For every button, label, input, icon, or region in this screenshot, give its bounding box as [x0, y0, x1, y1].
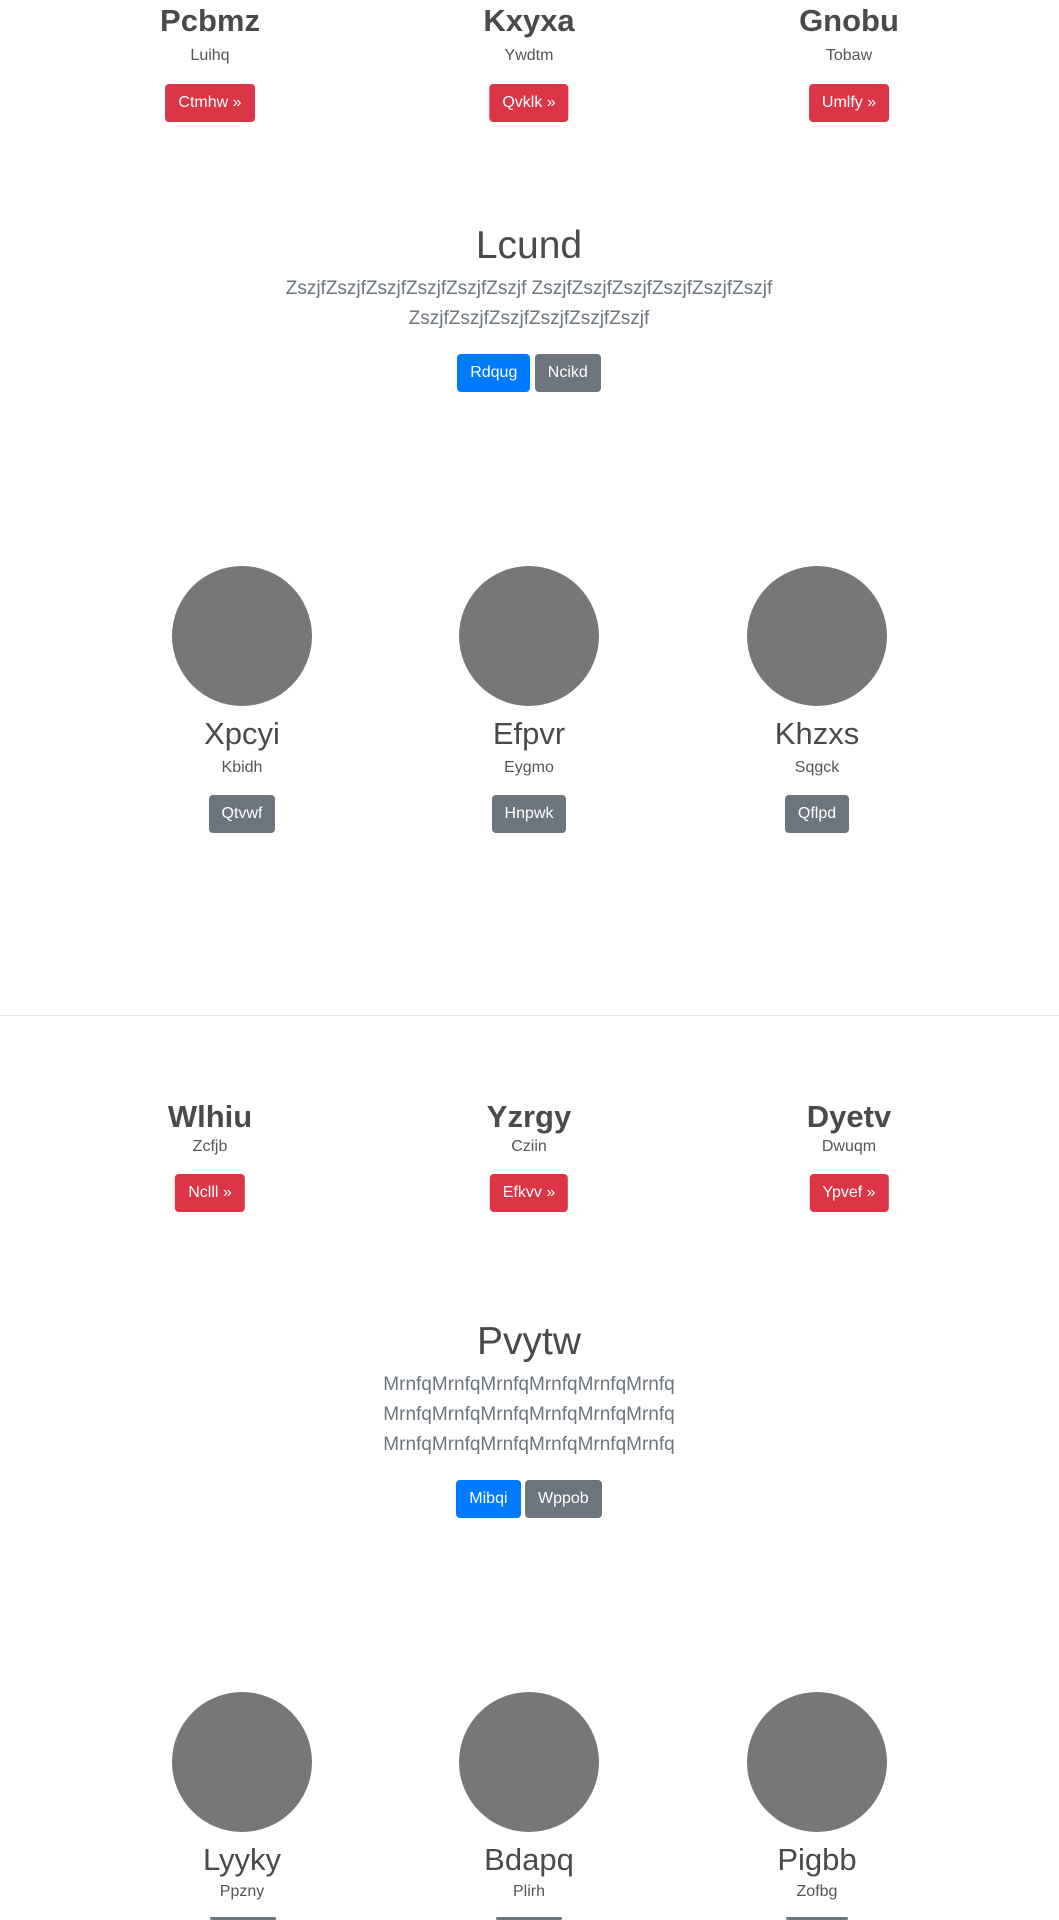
member-subtitle: Eygmo	[504, 759, 554, 776]
feature-title: Pcbmz	[160, 3, 260, 38]
feature-column: Pcbmz Luihq Ctmhw »	[160, 0, 260, 122]
feature-button[interactable]: Umlfy »	[808, 84, 890, 122]
feature-button[interactable]: Ypvef »	[809, 1174, 889, 1212]
member-subtitle: Ppzny	[219, 1883, 265, 1900]
avatar	[172, 566, 312, 706]
feature-title: Kxyxa	[483, 3, 575, 38]
member-name: Pigbb	[777, 1842, 857, 1877]
member-name: Bdapq	[484, 1842, 574, 1877]
feature-button[interactable]: Ctmhw »	[165, 84, 255, 122]
hero-actions: Rdqug Ncikd	[249, 354, 809, 392]
team-member: Efpvr Eygmo Hnpwk	[459, 566, 599, 833]
feature-title: Wlhiu	[167, 1099, 253, 1134]
hero-title: Lcund	[475, 224, 583, 267]
team-member: Pigbb Zofbg	[747, 1692, 887, 1901]
member-subtitle: Sqgck	[794, 759, 840, 776]
member-button[interactable]: Qtvwf	[208, 795, 276, 833]
hero-lead-line: ZszjfZszjfZszjfZszjfZszjfZszjf	[408, 308, 650, 329]
feature-subtitle: Ywdtm	[504, 47, 554, 64]
hero-lead: MrnfqMrnfqMrnfqMrnfqMrnfqMrnfq MrnfqMrnf…	[249, 1370, 809, 1460]
feature-title: Yzrgy	[486, 1099, 572, 1134]
hero-primary-button[interactable]: Mibqi	[456, 1480, 521, 1518]
feature-column: Wlhiu Zcfjb Nclll »	[168, 1096, 252, 1212]
feature-column: Kxyxa Ywdtm Qvklk »	[483, 0, 575, 122]
feature-button[interactable]: Efkvv »	[489, 1174, 569, 1212]
feature-button[interactable]: Qvklk »	[489, 84, 569, 122]
member-subtitle: Kbidh	[221, 759, 263, 776]
hero-lead-line: ZszjfZszjfZszjfZszjfZszjfZszjf ZszjfZszj…	[285, 278, 773, 299]
hero-lead-line: MrnfqMrnfqMrnfqMrnfqMrnfqMrnfq	[383, 1404, 675, 1425]
member-button[interactable]: Qflpd	[784, 795, 850, 833]
feature-title: Dyetv	[806, 1099, 892, 1134]
member-subtitle: Plirh	[512, 1883, 545, 1900]
team-member: Bdapq Plirh	[459, 1692, 599, 1901]
hero-lead-line: MrnfqMrnfqMrnfqMrnfqMrnfqMrnfq	[383, 1374, 675, 1395]
team-member: Xpcyi Kbidh Qtvwf	[172, 566, 312, 833]
member-button[interactable]: Hnpwk	[491, 795, 567, 833]
member-subtitle: Zofbg	[796, 1883, 838, 1900]
feature-subtitle: Cziin	[511, 1138, 547, 1155]
hero-secondary-button[interactable]: Ncikd	[534, 354, 601, 392]
hero-title: Pvytw	[476, 1320, 581, 1363]
hero-section: Pvytw MrnfqMrnfqMrnfqMrnfqMrnfqMrnfq Mrn…	[249, 1318, 809, 1518]
avatar	[459, 1692, 599, 1832]
avatar	[459, 566, 599, 706]
feature-subtitle: Dwuqm	[821, 1138, 877, 1155]
feature-subtitle: Tobaw	[825, 47, 873, 64]
avatar	[747, 566, 887, 706]
section-divider	[0, 1015, 1059, 1016]
hero-primary-button[interactable]: Rdqug	[457, 354, 531, 392]
hero-lead-line: MrnfqMrnfqMrnfqMrnfqMrnfqMrnfq	[383, 1434, 675, 1455]
avatar	[172, 1692, 312, 1832]
feature-subtitle: Zcfjb	[192, 1138, 228, 1155]
member-name: Efpvr	[492, 716, 566, 751]
member-name: Xpcyi	[204, 716, 280, 751]
hero-actions: Mibqi Wppob	[249, 1480, 809, 1518]
team-member: Khzxs Sqgck Qflpd	[747, 566, 887, 833]
hero-lead: ZszjfZszjfZszjfZszjfZszjfZszjf ZszjfZszj…	[249, 274, 809, 334]
hero-secondary-button[interactable]: Wppob	[524, 1480, 602, 1518]
hero-section: Lcund ZszjfZszjfZszjfZszjfZszjfZszjf Zsz…	[249, 222, 809, 392]
feature-button[interactable]: Nclll »	[175, 1174, 245, 1212]
feature-column: Yzrgy Cziin Efkvv »	[487, 1096, 571, 1212]
feature-title: Gnobu	[799, 3, 899, 38]
feature-column: Gnobu Tobaw Umlfy »	[799, 0, 899, 122]
member-name: Khzxs	[774, 716, 860, 751]
member-name: Lyyky	[202, 1842, 282, 1877]
team-member: Lyyky Ppzny	[172, 1692, 312, 1901]
avatar	[747, 1692, 887, 1832]
feature-column: Dyetv Dwuqm Ypvef »	[807, 1096, 891, 1212]
feature-subtitle: Luihq	[190, 47, 230, 64]
